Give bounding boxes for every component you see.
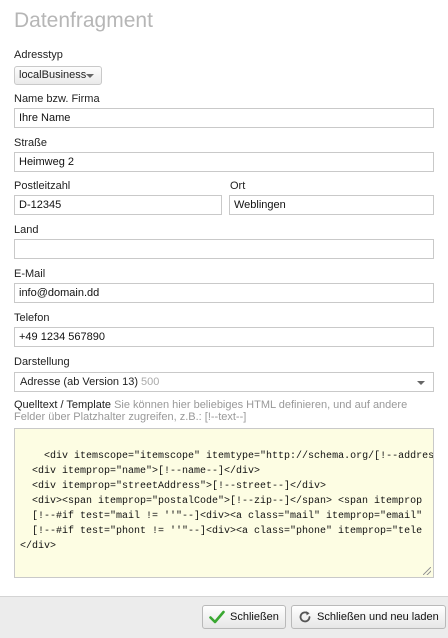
quelltext-label: Quelltext / Template xyxy=(14,399,112,411)
name-field[interactable]: Ihre Name xyxy=(14,108,434,128)
checkmark-icon xyxy=(209,610,225,624)
close-button[interactable]: Schließen xyxy=(202,605,286,629)
dialog-footer: Schließen Schließen und neu laden xyxy=(0,596,448,638)
strasse-field[interactable]: Heimweg 2 xyxy=(14,152,434,172)
name-label: Name bzw. Firma xyxy=(14,93,100,105)
land-label: Land xyxy=(14,224,39,236)
close-and-reload-button[interactable]: Schließen und neu laden xyxy=(291,605,446,629)
data-fragment-dialog: Datenfragment Adresstyp localBusiness Na… xyxy=(0,0,448,638)
close-button-label: Schließen xyxy=(230,611,279,623)
adresstyp-value: localBusiness xyxy=(19,69,87,81)
strasse-label: Straße xyxy=(14,137,48,149)
template-code-editor[interactable]: <div itemscope="itemscope" itemtype="htt… xyxy=(14,428,434,578)
quelltext-label-block: Quelltext / Template Sie können hier bel… xyxy=(14,399,434,423)
chevron-down-icon xyxy=(86,74,94,78)
adresstyp-label: Adresstyp xyxy=(14,49,63,61)
template-code-text: <div itemscope="itemscope" itemtype="htt… xyxy=(20,451,434,552)
telefon-field[interactable]: +49 1234 567890 xyxy=(14,327,434,347)
darstellung-label: Darstellung xyxy=(14,356,70,368)
land-field[interactable] xyxy=(14,239,434,259)
dialog-title: Datenfragment xyxy=(14,9,153,32)
telefon-label: Telefon xyxy=(14,312,50,324)
darstellung-badge: 500 xyxy=(141,376,160,388)
plz-field[interactable]: D-12345 xyxy=(14,195,222,215)
resize-handle-icon[interactable] xyxy=(423,567,431,575)
ort-field[interactable]: Weblingen xyxy=(229,195,434,215)
darstellung-select[interactable]: Adresse (ab Version 13) 500 xyxy=(14,372,434,392)
email-field[interactable]: info@domain.dd xyxy=(14,283,434,303)
close-and-reload-label: Schließen und neu laden xyxy=(317,611,439,623)
adresstyp-select[interactable]: localBusiness xyxy=(14,66,102,85)
ort-label: Ort xyxy=(230,180,246,192)
plz-label: Postleitzahl xyxy=(14,180,71,192)
chevron-down-icon xyxy=(417,381,425,385)
reload-icon xyxy=(298,610,312,624)
email-label: E-Mail xyxy=(14,268,46,280)
darstellung-value: Adresse (ab Version 13) xyxy=(20,376,139,388)
